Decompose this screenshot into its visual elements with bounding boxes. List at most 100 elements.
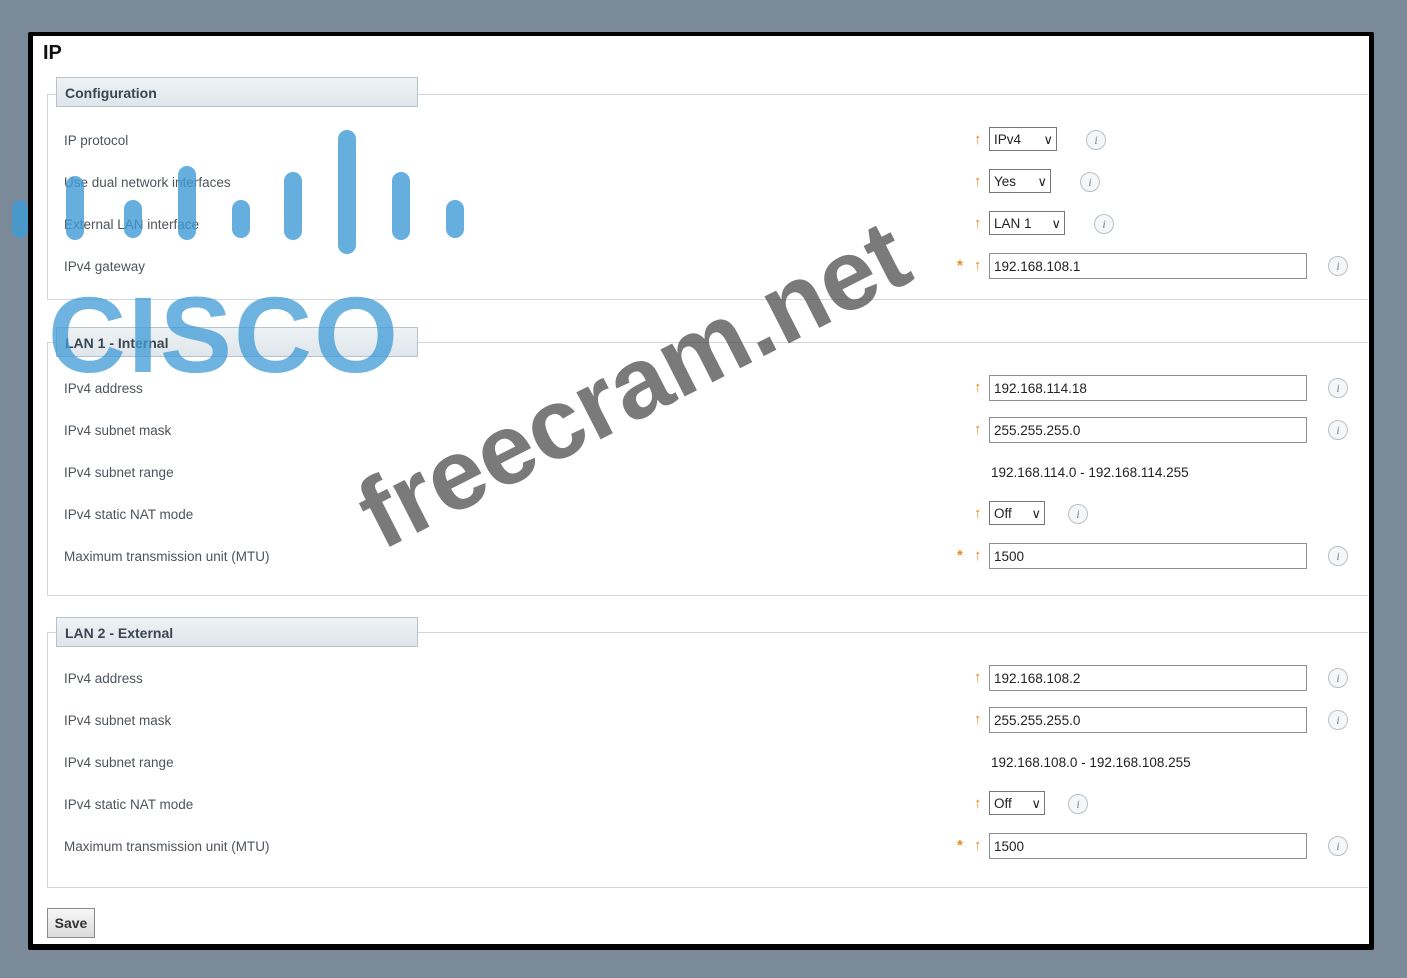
arrow-icon: ↑ (974, 173, 982, 190)
info-icon[interactable]: i (1094, 214, 1114, 234)
row-lan1-subnet-mask: IPv4 subnet mask ↑ i (64, 417, 1364, 445)
subnet-range-value: 192.168.114.0 - 192.168.114.255 (991, 465, 1189, 480)
lan1-static-nat-select[interactable]: Off ∨ (989, 501, 1045, 525)
required-icon: * (957, 837, 963, 854)
lan1-subnet-mask-field[interactable] (989, 417, 1307, 443)
lan1-mtu-field[interactable] (989, 543, 1307, 569)
row-ipv4-gateway: IPv4 gateway * ↑ i (64, 253, 1364, 281)
lan2-subnet-mask-input[interactable] (989, 707, 1307, 733)
lan1-mtu-input[interactable] (989, 543, 1307, 569)
ip-protocol-select[interactable]: IPv4 ∨ (989, 127, 1057, 151)
section-title: Configuration (56, 77, 418, 107)
select-value: IPv4 (994, 132, 1022, 147)
info-icon[interactable]: i (1068, 794, 1088, 814)
chevron-down-icon: ∨ (1031, 796, 1041, 811)
ip-settings-page: IP Configuration IP protocol ↑ IPv4 ∨ i … (33, 36, 1369, 944)
arrow-icon: ↑ (974, 795, 982, 812)
field-label: Maximum transmission unit (MTU) (64, 549, 270, 564)
ipv4-gateway-field[interactable] (989, 253, 1307, 279)
subnet-range-value: 192.168.108.0 - 192.168.108.255 (991, 755, 1191, 770)
field-label: Maximum transmission unit (MTU) (64, 839, 270, 854)
select-box[interactable]: IPv4 ∨ (989, 127, 1057, 151)
arrow-icon: ↑ (974, 257, 982, 274)
info-icon[interactable]: i (1328, 256, 1348, 276)
info-icon[interactable]: i (1328, 710, 1348, 730)
info-icon[interactable]: i (1068, 504, 1088, 524)
field-label: IPv4 subnet mask (64, 423, 172, 438)
row-dual-network-interfaces: Use dual network interfaces ↑ Yes ∨ i (64, 169, 1364, 197)
select-value: Off (994, 506, 1012, 521)
row-lan1-mtu: Maximum transmission unit (MTU) * ↑ i (64, 543, 1364, 571)
info-icon[interactable]: i (1328, 378, 1348, 398)
arrow-icon: ↑ (974, 711, 982, 728)
page-title: IP (43, 42, 62, 64)
info-icon[interactable]: i (1080, 172, 1100, 192)
lan1-ipv4-address-field[interactable] (989, 375, 1307, 401)
field-label: IPv4 address (64, 381, 143, 396)
select-box[interactable]: Yes ∨ (989, 169, 1051, 193)
section-lan2-external: LAN 2 - External IPv4 address ↑ i IPv4 s… (47, 617, 1368, 888)
select-value: Off (994, 796, 1012, 811)
chevron-down-icon: ∨ (1031, 506, 1041, 521)
arrow-icon: ↑ (974, 837, 982, 854)
lan2-ipv4-address-input[interactable] (989, 665, 1307, 691)
arrow-icon: ↑ (974, 547, 982, 564)
field-label: IPv4 subnet range (64, 755, 174, 770)
row-lan2-subnet-range: IPv4 subnet range 192.168.108.0 - 192.16… (64, 749, 1364, 777)
arrow-icon: ↑ (974, 505, 982, 522)
row-lan2-ipv4-address: IPv4 address ↑ i (64, 665, 1364, 693)
info-icon[interactable]: i (1328, 420, 1348, 440)
arrow-icon: ↑ (974, 421, 982, 438)
arrow-icon: ↑ (974, 379, 982, 396)
chevron-down-icon: ∨ (1051, 216, 1061, 231)
arrow-icon: ↑ (974, 131, 982, 148)
chevron-down-icon: ∨ (1043, 132, 1053, 147)
select-value: LAN 1 (994, 216, 1032, 231)
row-ip-protocol: IP protocol ↑ IPv4 ∨ i (64, 127, 1364, 155)
section-configuration: Configuration IP protocol ↑ IPv4 ∨ i Use… (47, 77, 1368, 300)
field-label: IPv4 subnet mask (64, 713, 172, 728)
field-label: External LAN interface (64, 217, 200, 232)
info-icon[interactable]: i (1328, 546, 1348, 566)
arrow-icon: ↑ (974, 669, 982, 686)
select-box[interactable]: Off ∨ (989, 501, 1045, 525)
save-button[interactable]: Save (47, 908, 95, 938)
lan2-subnet-mask-field[interactable] (989, 707, 1307, 733)
external-lan-select[interactable]: LAN 1 ∨ (989, 211, 1065, 235)
section-title: LAN 2 - External (56, 617, 418, 647)
lan1-subnet-mask-input[interactable] (989, 417, 1307, 443)
section-lan1-internal: LAN 1 - Internal IPv4 address ↑ i IPv4 s… (47, 327, 1368, 596)
row-lan2-mtu: Maximum transmission unit (MTU) * ↑ i (64, 833, 1364, 861)
required-icon: * (957, 547, 963, 564)
field-label: IPv4 gateway (64, 259, 146, 274)
info-icon[interactable]: i (1086, 130, 1106, 150)
row-lan1-subnet-range: IPv4 subnet range 192.168.114.0 - 192.16… (64, 459, 1364, 487)
row-lan1-static-nat: IPv4 static NAT mode ↑ Off ∨ i (64, 501, 1364, 529)
row-lan1-ipv4-address: IPv4 address ↑ i (64, 375, 1364, 403)
chevron-down-icon: ∨ (1037, 174, 1047, 189)
field-label: IPv4 subnet range (64, 465, 174, 480)
field-label: IPv4 static NAT mode (64, 797, 194, 812)
info-icon[interactable]: i (1328, 836, 1348, 856)
info-icon[interactable]: i (1328, 668, 1348, 688)
field-label: IPv4 static NAT mode (64, 507, 194, 522)
arrow-icon: ↑ (974, 215, 982, 232)
field-label: IP protocol (64, 133, 129, 148)
lan2-mtu-input[interactable] (989, 833, 1307, 859)
row-external-lan-interface: External LAN interface ↑ LAN 1 ∨ i (64, 211, 1364, 239)
row-lan2-subnet-mask: IPv4 subnet mask ↑ i (64, 707, 1364, 735)
select-box[interactable]: Off ∨ (989, 791, 1045, 815)
lan1-ipv4-address-input[interactable] (989, 375, 1307, 401)
lan2-static-nat-select[interactable]: Off ∨ (989, 791, 1045, 815)
section-title: LAN 1 - Internal (56, 327, 418, 357)
lan2-mtu-field[interactable] (989, 833, 1307, 859)
field-label: Use dual network interfaces (64, 175, 231, 190)
row-lan2-static-nat: IPv4 static NAT mode ↑ Off ∨ i (64, 791, 1364, 819)
dual-network-select[interactable]: Yes ∨ (989, 169, 1051, 193)
select-box[interactable]: LAN 1 ∨ (989, 211, 1065, 235)
required-icon: * (957, 257, 963, 274)
lan2-ipv4-address-field[interactable] (989, 665, 1307, 691)
select-value: Yes (994, 174, 1017, 189)
ipv4-gateway-input[interactable] (989, 253, 1307, 279)
field-label: IPv4 address (64, 671, 143, 686)
